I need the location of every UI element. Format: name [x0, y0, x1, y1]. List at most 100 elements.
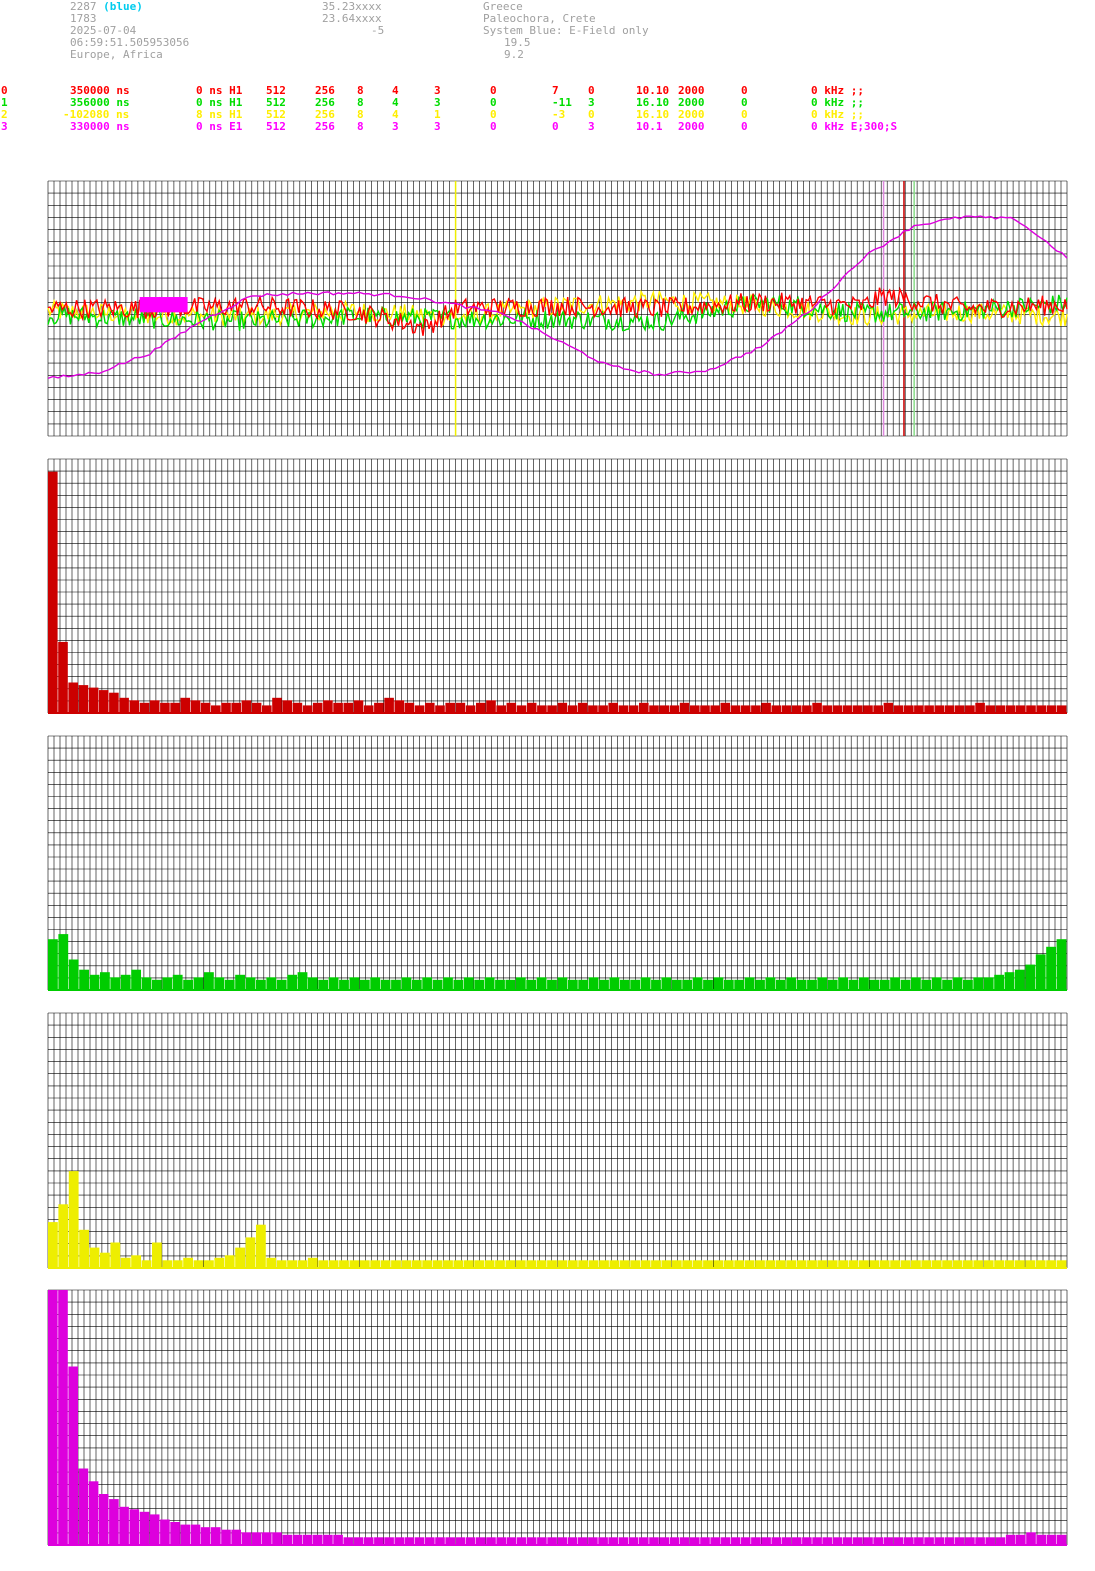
spectrum-bar: [802, 1537, 812, 1545]
spectrum-bar: [435, 1537, 445, 1545]
spectrum-bar: [1056, 1260, 1067, 1268]
spectrum-bar: [640, 1260, 651, 1268]
spectrum-bar: [608, 1537, 618, 1545]
spectrum-bar: [414, 1537, 425, 1545]
spectrum-bar: [640, 977, 651, 990]
trace-highlight: [139, 297, 188, 313]
spectrum-bar: [1046, 1534, 1057, 1545]
spectrum-bar: [775, 1260, 786, 1268]
spectrum-bar: [214, 1257, 225, 1268]
spectrum-bar: [353, 700, 364, 713]
spectrum-bar: [536, 977, 547, 990]
spectrum-bar: [404, 1537, 415, 1545]
spectrum-bar: [139, 702, 150, 713]
spectrum-bar: [515, 977, 526, 990]
grid-lines: [47, 735, 1068, 991]
spectrum-bar: [68, 959, 79, 990]
spectrum-bar: [1035, 954, 1046, 990]
spectrum-bar: [692, 1260, 703, 1268]
spectrum-bar: [690, 1537, 700, 1545]
grid-lines: [47, 458, 1068, 714]
spectrum-bar: [141, 977, 152, 990]
spectrum-bar: [557, 702, 568, 713]
spectrum-bar: [58, 1290, 68, 1545]
spectrum-bar: [567, 979, 578, 990]
spectrum-bar: [170, 702, 180, 713]
spectrum-bar: [231, 702, 241, 713]
spectrum-bar: [204, 972, 214, 990]
spectrum-bar: [983, 977, 994, 990]
spectrum-bar: [505, 979, 516, 990]
spectrum-bar: [486, 1537, 496, 1545]
spectrum-bar: [547, 1537, 557, 1545]
spectrum-bar: [353, 1537, 364, 1545]
spectrum-bar: [68, 682, 78, 713]
spectrum-bar: [422, 977, 433, 990]
spectrum-bar: [506, 1537, 517, 1545]
spectrum-bar: [911, 977, 921, 990]
spectrum-bar: [661, 977, 672, 990]
spectrum-bar: [78, 1468, 89, 1545]
spectrum-bar: [343, 702, 354, 713]
spectrum-bar: [394, 1537, 405, 1545]
spectrum-bar: [109, 1499, 119, 1545]
spectrum-bar: [690, 705, 700, 713]
spectrum-bar: [942, 1260, 952, 1268]
spectrum-bar: [723, 979, 734, 990]
spectrum-bar: [791, 1537, 802, 1545]
spectrum-bar: [710, 1537, 720, 1545]
spectrum-bar: [931, 977, 942, 990]
spectrum-bar: [318, 1260, 329, 1268]
spectrum-bar: [710, 705, 720, 713]
spectrum-bar: [292, 1534, 303, 1545]
spectrum-bar: [484, 977, 495, 990]
spectrum-bar: [973, 977, 984, 990]
spectrum-bar: [822, 1537, 832, 1545]
spectrum-bar: [323, 1534, 333, 1545]
spectrum-bar: [879, 1260, 890, 1268]
spectrum-bar: [276, 1260, 287, 1268]
spectrum-bar: [869, 1260, 880, 1268]
spectrum-bar: [700, 705, 710, 713]
grid-lines: [47, 1289, 1068, 1546]
spectrum-bar: [152, 979, 162, 990]
spectrum-bar: [391, 1260, 401, 1268]
spectrum-bar: [262, 705, 272, 713]
spectrum-bar: [496, 705, 506, 713]
spectrum-bar: [401, 1260, 412, 1268]
spectrum-bar: [802, 705, 812, 713]
spectrum-bar: [384, 1537, 394, 1545]
spectrum-bar: [954, 1537, 965, 1545]
spectrum-bar: [245, 1237, 256, 1268]
spectrum-bar: [639, 1537, 649, 1545]
spectrum-bar: [639, 702, 649, 713]
spectrum-bar: [370, 977, 381, 990]
spectrum-bar: [180, 697, 191, 713]
spectrum-bar: [904, 705, 914, 713]
spectrum-bar: [661, 1260, 672, 1268]
spectrum-bar: [751, 705, 761, 713]
spectrum-bar: [609, 1260, 620, 1268]
spectrum-bar: [859, 977, 869, 990]
grid-panel-4: [47, 1289, 1068, 1546]
spectrum-bar: [893, 705, 904, 713]
spectrum-bar: [266, 1257, 277, 1268]
spectrum-bar: [771, 705, 782, 713]
chart-area: [47, 180, 1068, 1546]
spectrum-bar: [557, 1260, 568, 1268]
spectrum-bar: [256, 979, 266, 990]
spectrum-bar: [599, 1260, 609, 1268]
spectrum-bar: [465, 1537, 476, 1545]
spectrum-bar: [848, 1260, 859, 1268]
spectrum-bar: [211, 1527, 221, 1546]
spectrum-bar: [619, 1260, 630, 1268]
spectrum-bar: [516, 705, 527, 713]
spectrum-bar: [139, 1511, 150, 1545]
spectrum-bar: [734, 1260, 745, 1268]
spectrum-bar: [363, 705, 374, 713]
spectrum-bar: [374, 1537, 384, 1545]
spectrum-bar: [422, 1260, 433, 1268]
spectrum-bar: [380, 1260, 391, 1268]
spectrum-bar: [318, 979, 329, 990]
spectrum-bar: [1056, 1534, 1067, 1545]
